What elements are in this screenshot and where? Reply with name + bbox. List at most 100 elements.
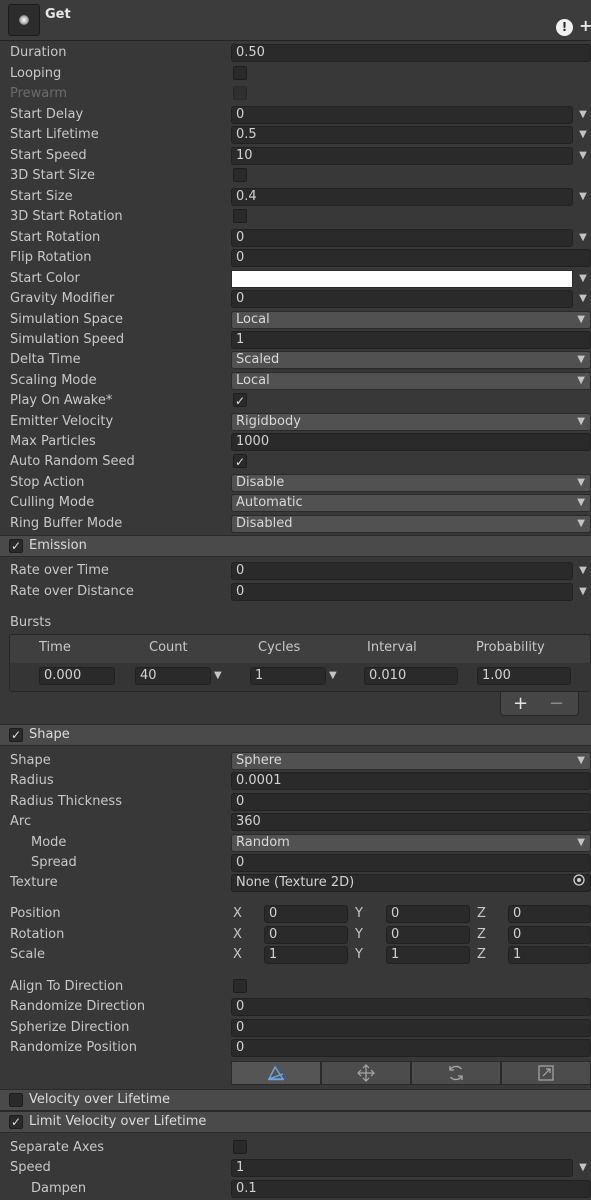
add-burst-button[interactable]: +	[513, 692, 528, 716]
limit-velocity-over-lifetime-module-header[interactable]: ✓ Limit Velocity over Lifetime	[0, 1111, 591, 1133]
add-icon[interactable]: +	[579, 16, 591, 36]
spherize-direction-label: Spherize Direction	[10, 1020, 130, 1035]
delta-time-value: Scaled	[236, 352, 280, 367]
start-rotation-field[interactable]: 0	[231, 229, 573, 247]
start-lifetime-mode-dropdown[interactable]: ▼	[577, 126, 589, 144]
randomize-position-field[interactable]: 0	[231, 1039, 591, 1057]
radius-field[interactable]: 0.0001	[231, 772, 591, 790]
ring-buffer-mode-dropdown[interactable]: Disabled ▼	[231, 515, 591, 533]
bursts-column-probability: Probability	[476, 640, 545, 655]
looping-checkbox[interactable]	[233, 66, 247, 80]
component-title: Get	[45, 7, 71, 22]
emitter-velocity-dropdown[interactable]: Rigidbody ▼	[231, 413, 591, 431]
radius-thickness-field[interactable]: 0	[231, 793, 591, 811]
scale-y-field[interactable]: 1	[386, 946, 470, 964]
chevron-down-icon: ▼	[577, 477, 585, 488]
separate-axes-checkbox[interactable]	[233, 1140, 247, 1154]
randomize-direction-label: Randomize Direction	[10, 999, 146, 1014]
warning-icon[interactable]: !	[556, 19, 573, 36]
play-on-awake-label: Play On Awake*	[10, 393, 113, 408]
3d-start-rotation-checkbox[interactable]	[233, 209, 247, 223]
rate-over-distance-field[interactable]: 0	[231, 583, 573, 601]
start-speed-field[interactable]: 10	[231, 147, 573, 165]
max-particles-field[interactable]: 1000	[231, 433, 591, 451]
velocity-over-lifetime-enable-checkbox[interactable]	[9, 1093, 23, 1107]
flip-rotation-field[interactable]: 0	[231, 249, 591, 267]
limit-velocity-enable-checkbox[interactable]: ✓	[9, 1115, 23, 1129]
burst-cycles-mode-dropdown[interactable]: ▼	[329, 667, 337, 685]
delta-time-dropdown[interactable]: Scaled ▼	[231, 351, 591, 369]
scale-z-label: Z	[477, 947, 486, 962]
play-on-awake-checkbox[interactable]: ✓	[233, 393, 247, 408]
emission-enable-checkbox[interactable]: ✓	[9, 539, 23, 553]
position-x-field[interactable]: 0	[264, 905, 348, 923]
texture-field[interactable]: None (Texture 2D)	[231, 874, 591, 892]
edit-shape-button[interactable]	[231, 1061, 321, 1085]
shape-type-dropdown[interactable]: Sphere ▼	[231, 752, 591, 770]
ring-buffer-mode-label: Ring Buffer Mode	[10, 516, 123, 531]
scale-shape-button[interactable]	[501, 1061, 591, 1085]
burst-cycles-field[interactable]: 1	[250, 667, 326, 685]
burst-probability-field[interactable]: 1.00	[477, 667, 571, 685]
duration-field[interactable]: 0.50	[231, 44, 591, 62]
arc-mode-dropdown[interactable]: Random ▼	[231, 834, 591, 852]
rate-over-time-mode-dropdown[interactable]: ▼	[577, 562, 589, 580]
shape-module-header[interactable]: ✓ Shape	[0, 724, 591, 746]
3d-start-size-checkbox[interactable]	[233, 168, 247, 182]
rotation-x-field[interactable]: 0	[264, 926, 348, 944]
randomize-direction-field[interactable]: 0	[231, 998, 591, 1016]
auto-random-seed-label: Auto Random Seed	[10, 454, 135, 469]
rotate-icon	[449, 1065, 463, 1081]
align-to-direction-checkbox[interactable]	[233, 979, 247, 993]
spherize-direction-field[interactable]: 0	[231, 1019, 591, 1037]
culling-mode-label: Culling Mode	[10, 495, 95, 510]
emission-module-header[interactable]: ✓ Emission	[0, 535, 591, 557]
delta-time-label: Delta Time	[10, 352, 81, 367]
burst-interval-field[interactable]: 0.010	[364, 667, 458, 685]
rotation-y-field[interactable]: 0	[386, 926, 470, 944]
position-y-field[interactable]: 0	[386, 905, 470, 923]
rotate-shape-button[interactable]	[411, 1061, 501, 1085]
burst-count-mode-dropdown[interactable]: ▼	[214, 667, 222, 685]
simulation-space-dropdown[interactable]: Local ▼	[231, 311, 591, 329]
start-size-field[interactable]: 0.4	[231, 188, 573, 206]
position-z-field[interactable]: 0	[508, 905, 591, 923]
chevron-down-icon: ▼	[577, 518, 585, 529]
move-shape-button[interactable]	[321, 1061, 411, 1085]
dampen-field[interactable]: 0.1	[231, 1180, 591, 1198]
arc-field[interactable]: 360	[231, 813, 591, 831]
scale-x-field[interactable]: 1	[264, 946, 348, 964]
rate-over-time-field[interactable]: 0	[231, 562, 573, 580]
rate-over-distance-mode-dropdown[interactable]: ▼	[577, 583, 589, 601]
arc-spread-label: Spread	[31, 855, 77, 870]
burst-count-field[interactable]: 40	[135, 667, 211, 685]
velocity-over-lifetime-module-header[interactable]: Velocity over Lifetime	[0, 1089, 591, 1111]
simulation-speed-field[interactable]: 1	[231, 331, 591, 349]
start-rotation-label: Start Rotation	[10, 230, 101, 245]
start-delay-field[interactable]: 0	[231, 106, 573, 124]
start-rotation-mode-dropdown[interactable]: ▼	[577, 229, 589, 247]
culling-mode-dropdown[interactable]: Automatic ▼	[231, 494, 591, 512]
scaling-mode-dropdown[interactable]: Local ▼	[231, 372, 591, 390]
limit-velocity-over-lifetime-title: Limit Velocity over Lifetime	[29, 1114, 207, 1129]
auto-random-seed-checkbox[interactable]: ✓	[233, 454, 247, 469]
start-size-mode-dropdown[interactable]: ▼	[577, 188, 589, 206]
start-color-mode-dropdown[interactable]: ▼	[577, 270, 589, 288]
burst-time-field[interactable]: 0.000	[39, 667, 115, 685]
limit-speed-mode-dropdown[interactable]: ▼	[577, 1159, 589, 1177]
rotation-z-field[interactable]: 0	[508, 926, 591, 944]
object-picker-icon[interactable]	[569, 873, 589, 891]
remove-burst-button[interactable]: −	[549, 692, 564, 716]
scale-z-field[interactable]: 1	[508, 946, 591, 964]
start-color-swatch[interactable]	[231, 270, 573, 288]
start-delay-mode-dropdown[interactable]: ▼	[577, 106, 589, 124]
gravity-modifier-mode-dropdown[interactable]: ▼	[577, 290, 589, 308]
start-lifetime-field[interactable]: 0.5	[231, 126, 573, 144]
stop-action-dropdown[interactable]: Disable ▼	[231, 474, 591, 492]
gravity-modifier-field[interactable]: 0	[231, 290, 573, 308]
start-speed-mode-dropdown[interactable]: ▼	[577, 147, 589, 165]
limit-speed-field[interactable]: 1	[231, 1159, 573, 1177]
scaling-mode-value: Local	[236, 373, 270, 388]
shape-enable-checkbox[interactable]: ✓	[9, 728, 23, 742]
arc-spread-field[interactable]: 0	[231, 854, 591, 872]
